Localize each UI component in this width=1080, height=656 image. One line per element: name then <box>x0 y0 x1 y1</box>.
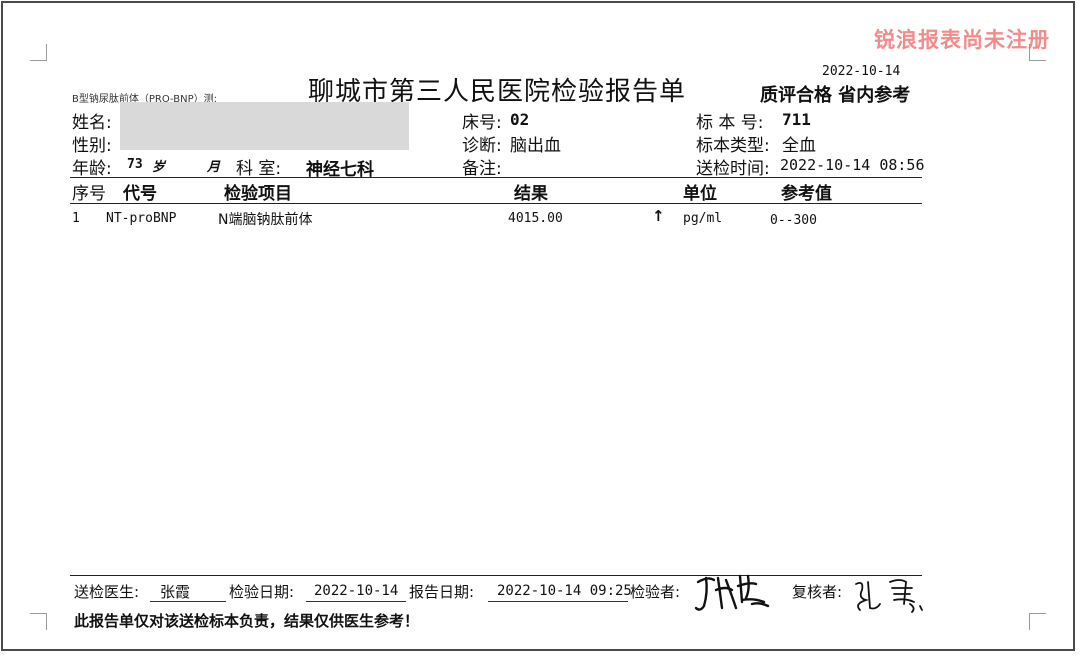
print-date: 2022-10-14 <box>822 64 901 79</box>
diagnosis-value: 脑出血 <box>510 136 561 156</box>
send-time-value: 2022-10-14 08:56 <box>780 156 925 174</box>
test-date-label: 检验日期: <box>229 583 295 601</box>
cell-seq: 1 <box>72 211 80 226</box>
disclaimer-text: 此报告单仅对该送检标本负责，结果仅供医生参考！ <box>74 612 420 630</box>
send-time-label: 送检时间: <box>696 159 770 179</box>
table-header-rule <box>70 203 922 204</box>
age-value: 73 <box>127 157 143 172</box>
report-date-value: 2022-10-14 09:25 <box>497 583 632 599</box>
doctor-value: 张霞 <box>160 583 191 601</box>
sex-label: 性别: <box>72 136 112 156</box>
col-header-result: 结果 <box>514 184 548 204</box>
col-header-item: 检验项目 <box>224 184 292 204</box>
sample-type-value: 全血 <box>782 136 816 156</box>
test-date-underline <box>306 601 406 602</box>
sample-no-label: 标 本 号: <box>696 113 764 133</box>
quality-tag: 质评合格 省内参考 <box>760 85 911 106</box>
cell-result: 4015.00 <box>508 211 563 226</box>
col-header-unit: 单位 <box>683 184 717 204</box>
watermark-text: 锐浪报表尚未注册 <box>874 28 1050 52</box>
cell-item: N端脑钠肽前体 <box>218 212 313 228</box>
bed-value: 02 <box>510 110 530 129</box>
sample-type-label: 标本类型: <box>696 136 770 156</box>
footer-top-rule <box>70 575 922 576</box>
page-corner-mark <box>1029 44 1046 61</box>
col-header-reference: 参考值 <box>781 184 832 204</box>
age-label: 年龄: <box>72 159 112 179</box>
reviewer-label: 复核者: <box>792 583 843 601</box>
table-top-rule <box>70 177 922 178</box>
dept-label: 科 室: <box>236 159 282 179</box>
doctor-underline <box>150 601 226 602</box>
page-corner-mark <box>30 613 47 630</box>
tester-label: 检验者: <box>630 583 681 601</box>
redaction-box <box>120 102 409 150</box>
page-corner-mark <box>1029 613 1046 630</box>
bed-label: 床号: <box>462 113 502 133</box>
doctor-label: 送检医生: <box>74 583 140 601</box>
sample-no-value: 711 <box>782 110 811 129</box>
high-flag-icon: ↑ <box>652 207 665 225</box>
remark-label: 备注: <box>462 159 502 179</box>
report-date-label: 报告日期: <box>409 583 475 601</box>
age-unit-month: 月 <box>207 160 221 175</box>
age-unit-year: 岁 <box>152 160 166 175</box>
cell-unit: pg/ml <box>683 211 723 226</box>
col-header-seq: 序号 <box>72 184 106 204</box>
test-date-value: 2022-10-14 <box>314 583 399 599</box>
report-date-underline <box>488 601 628 602</box>
name-label: 姓名: <box>72 113 112 133</box>
cell-reference: 0--300 <box>770 213 817 228</box>
cell-code: NT-proBNP <box>106 211 177 226</box>
page-corner-mark <box>30 44 47 61</box>
diagnosis-label: 诊断: <box>462 136 502 156</box>
col-header-code: 代号 <box>123 184 157 204</box>
reviewer-signature-icon <box>855 579 923 613</box>
tester-signature-icon <box>694 574 770 611</box>
